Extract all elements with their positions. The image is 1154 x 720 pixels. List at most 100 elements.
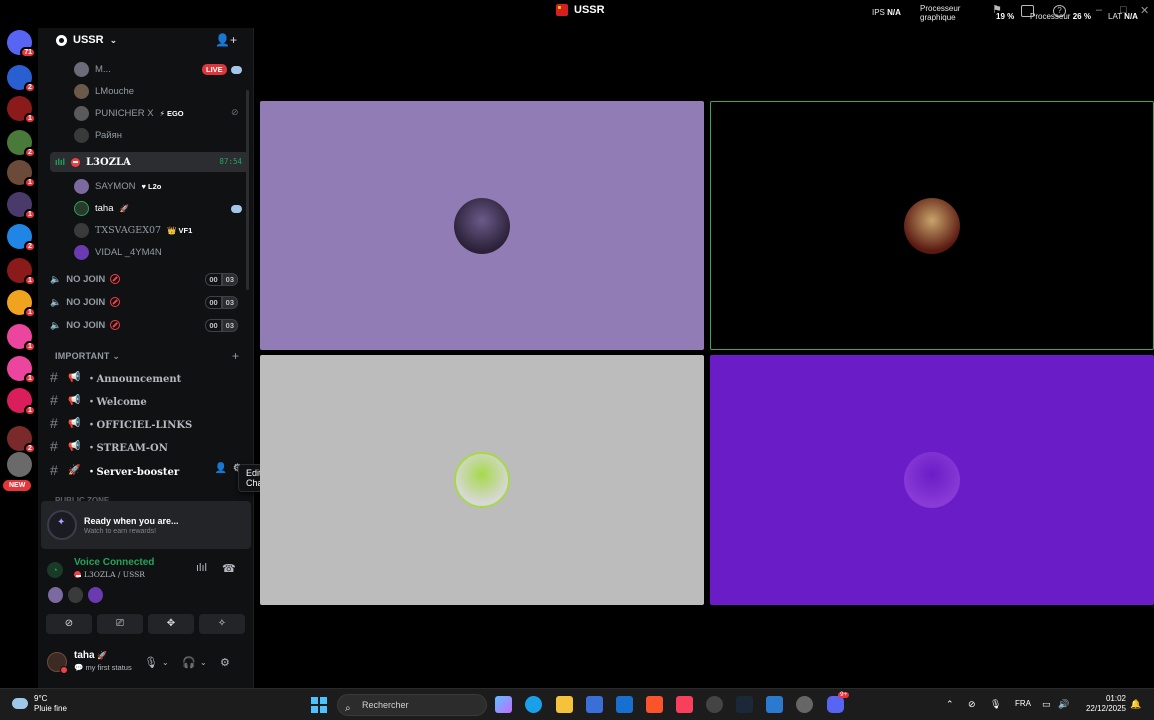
language-indicator[interactable]: FRA — [1015, 699, 1031, 708]
weather-widget[interactable]: 9°C Pluie fine — [34, 694, 67, 714]
discord-icon[interactable]: 9+ — [827, 692, 849, 713]
voice-member[interactable]: TXSVAGEX07 👑 VF1 — [74, 220, 192, 240]
server-icon[interactable]: 1 — [7, 258, 36, 286]
brave-icon[interactable] — [646, 696, 663, 713]
headphones-icon[interactable]: 🎧 — [182, 656, 196, 669]
edge-icon[interactable] — [525, 696, 542, 713]
help-icon[interactable]: ? — [1053, 5, 1066, 17]
app-icon[interactable] — [706, 696, 723, 713]
server-icon[interactable]: 1 — [7, 290, 36, 318]
music-icon[interactable] — [676, 696, 693, 713]
scrollbar[interactable] — [246, 90, 249, 290]
voice-member[interactable]: SAYMON ♥ L2o — [74, 176, 161, 196]
create-channel-icon[interactable]: + — [232, 349, 239, 363]
windows-start-icon[interactable] — [311, 697, 327, 713]
chevron-down-icon[interactable]: ⌄ — [162, 658, 169, 667]
display-icon[interactable]: ▭ — [1042, 699, 1051, 710]
close-button[interactable]: ✕ — [1140, 4, 1149, 17]
server-icon[interactable]: 1 — [7, 324, 36, 352]
voice-member[interactable]: Райян — [74, 125, 122, 145]
voice-channel-no-join[interactable]: 🔈 NO JOIN 00 03 — [50, 292, 250, 312]
voice-channel-active[interactable]: ılıl L3OZLA 87:54 — [50, 152, 248, 172]
soundboard-icon[interactable]: ✧ — [199, 614, 245, 634]
video-tile[interactable] — [260, 101, 704, 350]
server-icon[interactable]: 2 — [7, 426, 36, 454]
window-titlebar: USSR IPS N/A Processeur graphique 19 % P… — [0, 0, 1154, 28]
flag-icon[interactable]: ⚑ — [992, 3, 1005, 16]
volume-icon[interactable]: 🔊 — [1058, 699, 1069, 710]
text-channel[interactable]: # 📢 ・STREAM-ON — [50, 436, 250, 456]
camera-off-icon[interactable]: ⊘ — [46, 614, 92, 634]
voice-channel-no-join[interactable]: 🔈 NO JOIN 00 03 — [50, 315, 250, 335]
maximize-button[interactable]: □ — [1120, 4, 1127, 16]
gear-icon[interactable]: ⚙ — [220, 656, 230, 669]
dnd-status-icon — [74, 571, 81, 578]
server-icon[interactable]: 1 — [7, 96, 36, 124]
store-icon[interactable] — [586, 696, 603, 713]
megaphone-icon: 📢 — [68, 440, 81, 452]
server-icon[interactable] — [7, 452, 32, 477]
server-icon[interactable]: 2 — [7, 130, 36, 158]
noise-suppression-icon[interactable]: ılıl — [196, 562, 207, 574]
user-status[interactable]: 💬 my first status — [74, 663, 132, 672]
cloud-icon[interactable] — [12, 698, 28, 709]
video-tile[interactable] — [710, 355, 1154, 605]
voice-member[interactable]: VIDAL _4YM4N — [74, 242, 162, 262]
microphone-icon[interactable]: 🎙 — [990, 699, 1001, 710]
settings-icon[interactable] — [796, 696, 813, 713]
copilot-icon[interactable] — [495, 696, 512, 713]
screen-share-icon[interactable]: ⎚ — [97, 614, 143, 634]
microphone-icon[interactable]: 🎙 — [144, 656, 158, 669]
minimize-button[interactable]: – — [1096, 4, 1102, 16]
voice-member[interactable]: M... — [74, 59, 111, 79]
video-tile[interactable] — [260, 355, 704, 605]
avatar[interactable] — [48, 587, 63, 603]
voice-member[interactable]: taha 🚀 — [74, 198, 129, 218]
reward-banner[interactable]: Ready when you are... Watch to earn rewa… — [41, 501, 251, 549]
voice-member[interactable]: PUNICHER X ⚡ EGO — [74, 103, 184, 123]
inbox-icon[interactable] — [1021, 5, 1034, 17]
avatar[interactable] — [68, 587, 83, 603]
activities-icon[interactable]: ✥ — [148, 614, 194, 634]
server-icon[interactable]: 1 — [7, 192, 36, 220]
avatar[interactable] — [88, 587, 103, 603]
text-channel[interactable]: #🚀・Server-booster👤⚙ — [50, 460, 250, 480]
network-off-icon[interactable]: ⊘ — [968, 699, 976, 710]
server-icon[interactable]: 2 — [7, 224, 36, 252]
voice-connected-title[interactable]: Voice Connected — [74, 557, 154, 568]
disconnect-icon[interactable]: ☎ — [222, 562, 236, 575]
outlook-icon[interactable] — [616, 696, 633, 713]
chevron-down-icon[interactable]: ⌄ — [200, 658, 207, 667]
avatar — [74, 244, 89, 260]
text-channel[interactable]: # 📢 ・Announcement — [50, 367, 250, 387]
user-name[interactable]: taha 🚀 — [74, 650, 107, 661]
new-badge[interactable]: NEW — [3, 480, 32, 491]
server-icon[interactable]: 1 — [7, 388, 36, 416]
signal-icon[interactable]: ◔ — [47, 562, 63, 578]
steam-icon[interactable] — [736, 696, 753, 713]
search-box[interactable]: ⌕ Rechercher — [337, 694, 487, 716]
channel-name: NO JOIN — [66, 273, 106, 285]
server-icon[interactable]: 1 — [7, 160, 36, 188]
invite-people-icon[interactable]: 👤+ — [215, 33, 237, 47]
server-icon[interactable]: 2 — [7, 65, 36, 93]
voice-member[interactable]: LMouche — [74, 81, 134, 101]
file-explorer-icon[interactable] — [556, 696, 573, 713]
video-tile[interactable] — [710, 101, 1154, 350]
text-channel[interactable]: # 📢 ・OFFICIEL-LINKS — [50, 413, 250, 433]
invite-icon[interactable]: 👤 — [215, 463, 227, 474]
voice-channel-no-join[interactable]: 🔈 NO JOIN 00 03 — [50, 269, 250, 289]
clock[interactable]: 01:02 22/12/2025 — [1080, 694, 1126, 714]
discord-home-icon[interactable]: 71 — [7, 30, 36, 58]
photos-icon[interactable] — [766, 696, 783, 713]
gpu-label-2: graphique — [920, 13, 956, 22]
hash-icon: # — [50, 462, 58, 478]
unread-badge: 1 — [24, 405, 36, 416]
category-important[interactable]: IMPORTANT ⌄ — [55, 351, 120, 362]
notification-bell-icon[interactable]: 🔔 — [1130, 699, 1141, 710]
text-channel[interactable]: # 📢 ・Welcome — [50, 390, 250, 410]
server-icon[interactable]: 1 — [7, 356, 36, 384]
voice-connected-channel[interactable]: L3OZLA / USSR — [74, 570, 145, 579]
channel-name: NO JOIN — [66, 296, 106, 308]
chevron-up-icon[interactable]: ⌃ — [946, 699, 954, 710]
